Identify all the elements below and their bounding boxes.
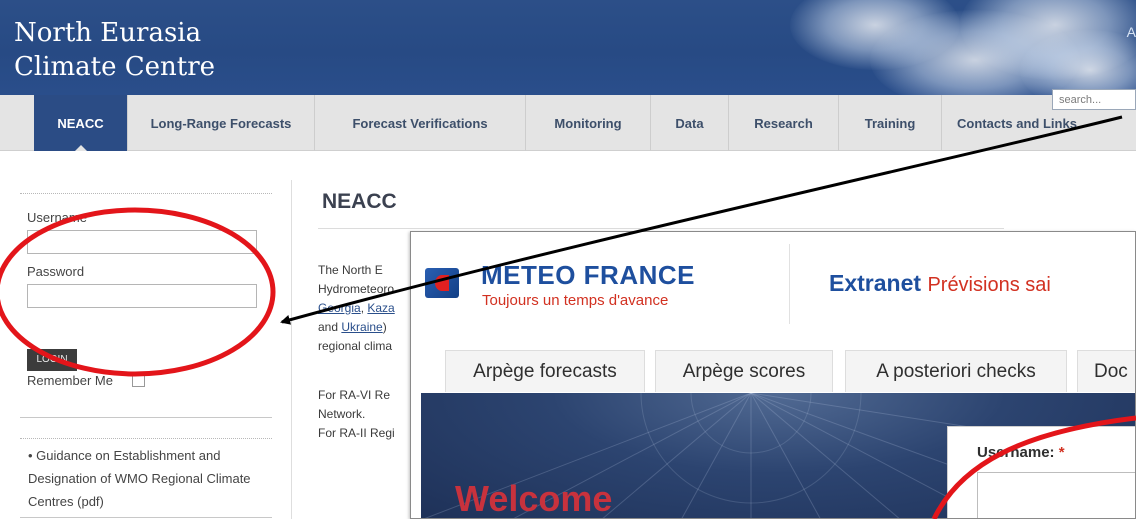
site-title-line1: North Eurasia — [14, 18, 202, 48]
header-divider — [789, 244, 790, 324]
username-label: Username — [27, 210, 87, 225]
ra-line: Network. — [318, 407, 366, 421]
logo-red-shape — [435, 275, 449, 291]
intro-line: regional clima — [318, 339, 393, 353]
header-corner-letter: A — [1126, 24, 1136, 40]
guidance-link-line1: • Guidance on Establishment and — [28, 448, 221, 463]
site-title-line2: Climate Centre — [14, 52, 216, 82]
intro-line: Georgia, Kaza — [318, 299, 395, 318]
login-button[interactable]: LOGIN — [27, 349, 77, 371]
extranet-subtitle: Prévisions sai — [927, 274, 1051, 296]
guidance-link[interactable]: • Guidance on Establishment and Designat… — [28, 444, 251, 513]
remember-me-checkbox[interactable] — [132, 374, 145, 387]
password-label: Password — [27, 264, 85, 279]
site-title[interactable]: North Eurasia Climate Centre — [14, 16, 215, 84]
sidebar-divider — [20, 438, 272, 439]
meteo-france-logo-icon — [425, 268, 459, 298]
guidance-link-line3: Centres (pdf) — [28, 494, 104, 509]
search-input[interactable] — [1052, 89, 1136, 110]
remember-me-label: Remember Me — [27, 373, 113, 388]
password-input[interactable] — [27, 284, 257, 308]
nav-item-research[interactable]: Research — [729, 95, 839, 151]
main-nav: NEACC Long-Range Forecasts Forecast Veri… — [0, 95, 1136, 151]
extranet-word: Extranet — [829, 270, 922, 296]
site-header: North Eurasia Climate Centre A — [0, 0, 1136, 95]
meteo-france-screenshot: METEO FRANCE Toujours un temps d'avance … — [410, 231, 1136, 519]
tab-doc[interactable]: Doc — [1077, 350, 1135, 392]
intro-and: and — [318, 320, 342, 334]
title-underline — [318, 228, 1004, 229]
page-title: NEACC — [322, 190, 397, 213]
column-divider — [291, 180, 292, 519]
required-mark: * — [1058, 444, 1065, 461]
ra-line: For RA-II Regi — [318, 426, 395, 440]
nav-item-data[interactable]: Data — [651, 95, 729, 151]
intro-paragraph: The North E Hydrometeoro Georgia, Kaza a… — [318, 261, 395, 356]
meteo-france-tagline: Toujours un temps d'avance — [482, 292, 669, 309]
tab-a-posteriori-checks[interactable]: A posteriori checks — [845, 350, 1067, 392]
sidebar-divider — [20, 193, 272, 194]
guidance-link-line2: Designation of WMO Regional Climate — [28, 471, 251, 486]
meteo-username-label: Username: * — [977, 444, 1065, 461]
nav-item-neacc[interactable]: NEACC — [34, 95, 128, 151]
link-kaza[interactable]: Kaza — [367, 301, 394, 315]
meteo-username-text: Username: — [977, 444, 1055, 461]
sidebar-separator — [20, 517, 272, 518]
meteo-france-brand: METEO FRANCE — [481, 260, 695, 290]
intro-line: Hydrometeoro — [318, 282, 395, 296]
nav-item-monitoring[interactable]: Monitoring — [526, 95, 651, 151]
intro-line: and Ukraine) — [318, 318, 395, 337]
ra-line: For RA-VI Re — [318, 388, 391, 402]
nav-item-training[interactable]: Training — [839, 95, 942, 151]
link-georgia[interactable]: Georgia — [318, 301, 361, 315]
ra-paragraph: For RA-VI Re Network. For RA-II Regi — [318, 386, 395, 443]
sidebar-separator — [20, 417, 272, 418]
intro-paren: ) — [382, 320, 387, 334]
link-ukraine[interactable]: Ukraine — [341, 320, 382, 334]
extranet-title: Extranet Prévisions sai — [829, 270, 1051, 297]
intro-line: The North E — [318, 263, 383, 277]
meteo-username-input[interactable] — [977, 472, 1135, 518]
nav-item-forecast-verifications[interactable]: Forecast Verifications — [315, 95, 526, 151]
tab-arpege-scores[interactable]: Arpège scores — [655, 350, 833, 392]
nav-item-long-range-forecasts[interactable]: Long-Range Forecasts — [128, 95, 315, 151]
welcome-heading: Welcome — [455, 478, 613, 519]
username-input[interactable] — [27, 230, 257, 254]
tab-arpege-forecasts[interactable]: Arpège forecasts — [445, 350, 645, 392]
